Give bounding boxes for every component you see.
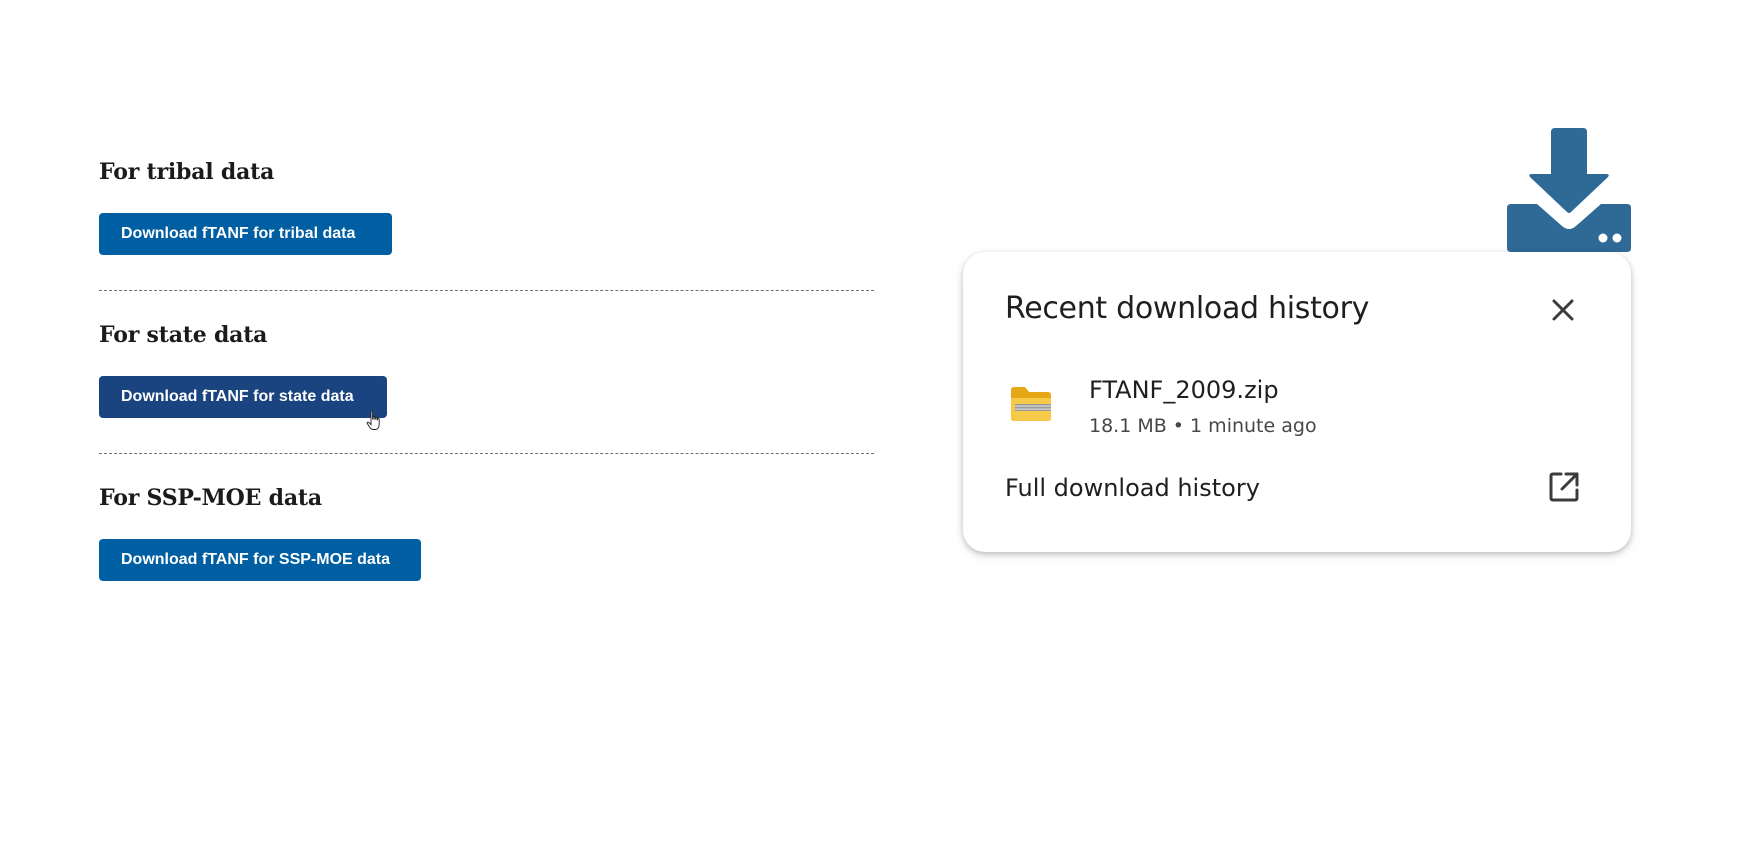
file-meta: 18.1 MB • 1 minute ago [1089,415,1317,437]
section-heading-state: For state data [99,322,268,348]
hand-pointer-cursor [366,410,380,430]
download-tray-icon [1507,128,1631,252]
section-divider [99,453,874,454]
full-download-history-label: Full download history [1005,474,1260,502]
download-history-popup: Recent download history FTANF_2009.zip 1… [963,252,1631,552]
section-heading-ssp-moe: For SSP-MOE data [99,485,322,511]
popup-title: Recent download history [1005,291,1370,326]
section-divider [99,290,874,291]
close-button[interactable] [1547,294,1579,326]
section-state: For state data Download fTANF for state … [99,321,874,418]
section-heading-tribal: For tribal data [99,159,275,185]
download-state-button[interactable]: Download fTANF for state data [99,376,387,418]
section-tribal: For tribal data Download fTANF for triba… [99,158,874,255]
download-ssp-moe-button[interactable]: Download fTANF for SSP-MOE data [99,539,421,581]
file-name[interactable]: FTANF_2009.zip [1089,374,1279,406]
section-ssp-moe: For SSP-MOE data Download fTANF for SSP-… [99,484,874,581]
download-tribal-button[interactable]: Download fTANF for tribal data [99,213,392,255]
close-icon [1552,299,1574,321]
download-item[interactable]: FTANF_2009.zip 18.1 MB • 1 minute ago [1005,372,1585,452]
open-external-icon [1549,472,1579,502]
full-download-history-link[interactable]: Full download history [963,458,1631,518]
zip-folder-icon [1011,387,1051,421]
